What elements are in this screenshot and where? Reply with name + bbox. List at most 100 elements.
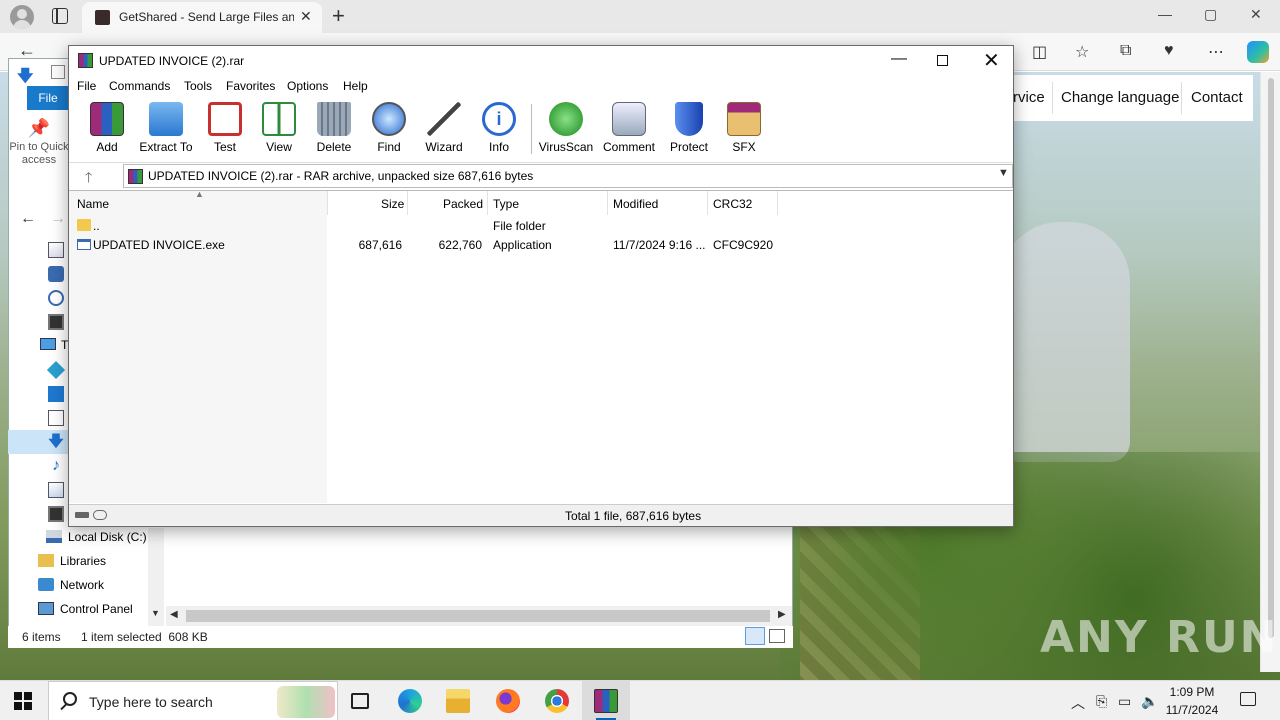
menu-options[interactable]: Options [287,79,328,93]
menu-help[interactable]: Help [343,79,368,93]
device-icon[interactable]: ⎘ [1096,693,1107,710]
table-row[interactable]: UPDATED INVOICE.exe 687,616 622,760 Appl… [69,236,1013,255]
menu-tools[interactable]: Tools [184,79,212,93]
browser-tab-active[interactable]: GetShared - Send Large Files and ✕ [82,2,322,33]
videos-icon-2[interactable] [48,506,64,522]
copilot-icon[interactable] [1247,41,1269,63]
menu-commands[interactable]: Commands [109,79,170,93]
tree-item-libraries[interactable]: Libraries [38,554,106,568]
drive-status-icon[interactable] [75,510,109,520]
notification-icon[interactable] [1240,692,1256,706]
start-windows-icon[interactable] [14,692,32,710]
menu-favorites[interactable]: Favorites [226,79,275,93]
winrar-close-button[interactable]: ✕ [983,48,1000,73]
column-divider[interactable] [607,191,608,215]
performance-icon[interactable]: ♥ [1164,42,1174,60]
winrar-minimize-button[interactable]: — [891,50,907,68]
column-header-crc32[interactable]: CRC32 [713,197,752,211]
column-divider[interactable] [327,191,328,215]
favorites-icon[interactable]: ☆ [1075,42,1089,62]
nav-change-language-link[interactable]: Change language [1061,89,1179,106]
page-scrollbar[interactable] [1260,72,1280,672]
archive-path-combobox[interactable]: UPDATED INVOICE (2).rar - RAR archive, u… [123,164,1013,188]
tool-info-button[interactable]: i Info [469,102,529,154]
column-header-size[interactable]: Size [381,197,404,211]
desktop-folder-icon[interactable] [48,386,64,402]
search-folder-icon[interactable] [48,290,64,306]
collections-icon[interactable]: ⧉ [1120,42,1131,60]
column-header-modified[interactable]: Modified [613,197,658,211]
horizontal-scroll-thumb[interactable] [186,610,770,622]
tool-delete-button[interactable]: Delete [304,102,364,154]
tree-item-local-disk[interactable]: Local Disk (C:) [46,530,147,544]
tool-view-button[interactable]: View [249,102,309,154]
tree-scrollbar[interactable]: ▼ [148,528,164,626]
details-view-button[interactable] [745,627,765,645]
nav-contact-link[interactable]: Contact [1191,89,1243,106]
column-header-name[interactable]: Name [77,197,109,211]
downloads-icon[interactable]: 🡇 [48,434,64,450]
tool-sfx-button[interactable]: SFX [714,102,774,154]
browser-close-button[interactable]: ✕ [1250,6,1262,23]
taskbar-winrar-button[interactable] [582,681,630,720]
tree-item-network[interactable]: Network [38,578,104,592]
explorer-forward-button[interactable]: → [50,210,66,228]
column-header-type[interactable]: Type [493,197,519,211]
videos-icon[interactable] [48,314,64,330]
tool-virusscan-button[interactable]: VirusScan [536,102,596,154]
desktop-icon[interactable] [48,242,64,258]
page-scrollbar-thumb[interactable] [1268,78,1274,638]
up-folder-button[interactable]: 🡑 [85,167,92,191]
column-divider[interactable] [707,191,708,215]
tab-close-button[interactable]: ✕ [300,8,312,25]
more-icon[interactable]: ⋯ [1208,42,1224,62]
clock-date[interactable]: 11/7/2024 [1160,703,1224,717]
new-tab-button[interactable]: + [332,3,345,29]
documents-icon[interactable] [48,410,64,426]
taskbar-chrome-button[interactable] [533,681,581,720]
network-status-icon[interactable]: ▭ [1118,693,1131,710]
pictures-icon[interactable] [48,482,64,498]
column-header-packed[interactable]: Packed [443,197,483,211]
tool-comment-button[interactable]: Comment [599,102,659,154]
taskbar-search-box[interactable]: Type here to search [48,681,338,720]
explorer-file-tab[interactable]: File [27,86,69,110]
taskbar-explorer-button[interactable] [434,681,482,720]
winrar-maximize-button[interactable] [937,55,948,66]
taskbar-firefox-button[interactable] [484,681,532,720]
task-view-button[interactable] [336,681,384,720]
column-divider[interactable] [407,191,408,215]
explorer-back-button[interactable]: ← [20,210,36,228]
scroll-right-arrow-icon[interactable]: ▶ [778,609,786,620]
explorer-horizontal-scrollbar[interactable]: ◀ ▶ [166,606,792,626]
large-icons-view-button[interactable] [769,629,785,643]
browser-maximize-button[interactable]: ▢ [1204,6,1217,23]
volume-icon[interactable]: 🔈 [1141,693,1158,710]
nav-services-link[interactable]: rvice [1013,89,1045,106]
tool-find-button[interactable]: Find [359,102,419,154]
tree-item-control-panel[interactable]: Control Panel [38,602,133,616]
network-drive-icon[interactable] [48,266,64,282]
clock-time[interactable]: 1:09 PM [1160,685,1224,699]
table-row[interactable]: .. File folder [69,217,1013,236]
winrar-titlebar[interactable]: UPDATED INVOICE (2).rar — ✕ [69,46,1013,76]
pin-quick-access-button[interactable]: 📌 Pin to Quick access [8,119,70,167]
tool-test-button[interactable]: Test [195,102,255,154]
tool-extract-to-button[interactable]: Extract To [136,102,196,154]
scroll-left-arrow-icon[interactable]: ◀ [170,609,178,620]
menu-file[interactable]: File [77,79,96,93]
tool-add-button[interactable]: Add [77,102,137,154]
tool-wizard-button[interactable]: Wizard [414,102,474,154]
browser-minimize-button[interactable]: — [1158,6,1172,22]
scroll-down-arrow-icon[interactable]: ▼ [151,608,160,618]
split-screen-icon[interactable]: ◫ [1032,42,1047,62]
music-icon[interactable]: ♪ [48,458,64,474]
tab-actions-icon[interactable] [52,8,68,24]
taskbar-edge-button[interactable] [386,681,434,720]
properties-check-icon[interactable] [51,65,65,79]
column-divider[interactable] [487,191,488,215]
tool-protect-button[interactable]: Protect [659,102,719,154]
profile-avatar-icon[interactable] [10,5,34,29]
this-pc-icon[interactable] [40,338,56,350]
chevron-down-icon[interactable]: ▼ [998,167,1009,179]
